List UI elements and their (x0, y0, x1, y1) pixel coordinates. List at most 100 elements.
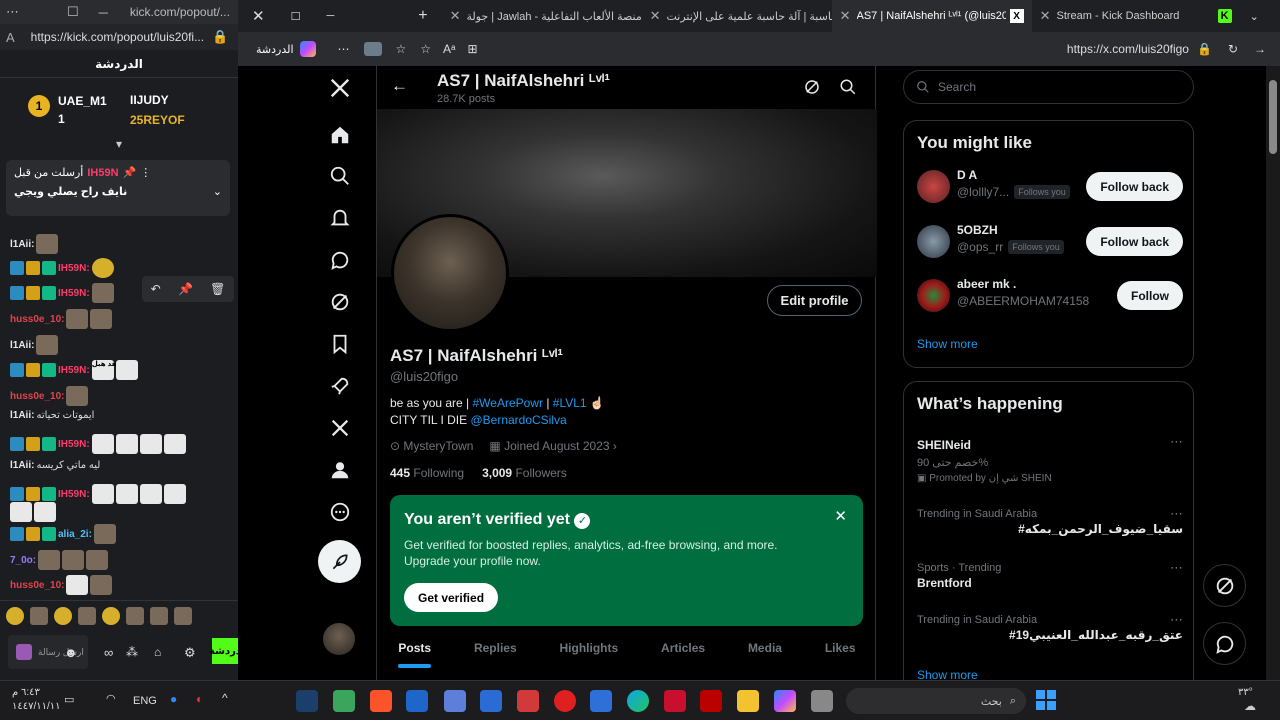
premium-x-icon[interactable] (328, 416, 352, 440)
store-icon[interactable]: ⌂ (154, 645, 161, 659)
start-button[interactable] (1036, 690, 1056, 710)
tab-articles[interactable]: Articles (661, 636, 705, 680)
mail-icon[interactable] (480, 690, 502, 712)
messages-icon[interactable] (328, 248, 352, 272)
scrollbar-thumb[interactable] (1269, 80, 1277, 154)
back-arrow-icon[interactable]: ← (391, 76, 408, 96)
page-url[interactable]: https://x.com/luis20figo (1067, 42, 1189, 56)
search-icon[interactable] (839, 78, 857, 101)
profile-avatar[interactable] (391, 214, 509, 332)
volume-muted-icon[interactable]: ◐ (196, 692, 203, 706)
steam-icon[interactable] (296, 690, 318, 712)
tab-x-profile[interactable]: ✕AS7 | NaifAlshehri ᴸᵛˡ¹ (@luis20figo)X (831, 0, 1032, 32)
following-link[interactable]: 445 Following (390, 466, 464, 480)
weather-temp[interactable]: ٣٣° (1238, 687, 1253, 698)
send-chat-button[interactable]: دردشة (209, 638, 238, 664)
clock-date[interactable]: ١٤٤٧/١١/١١ (12, 701, 61, 712)
suggestion-row[interactable]: D A @lollly7... Follows you Follow back (917, 166, 1183, 210)
minimize-icon[interactable]: ─ (99, 5, 108, 20)
close-icon[interactable]: ✕ (1040, 8, 1051, 24)
get-verified-button[interactable]: Get verified (404, 583, 499, 612)
show-more-link[interactable]: Show more (917, 668, 978, 680)
post-button[interactable] (318, 540, 361, 583)
close-window-icon[interactable]: ✕ (252, 7, 265, 25)
edit-profile-button[interactable]: Edit profile (767, 285, 862, 316)
refresh-icon[interactable]: ↻ (1228, 42, 1238, 56)
more-icon[interactable]: ⋯ (1170, 434, 1183, 450)
chevron-down-icon[interactable]: ⌄ (213, 185, 222, 198)
tab-replies[interactable]: Replies (474, 636, 517, 680)
pin-icon[interactable]: 📌 (178, 282, 193, 296)
profile-icon[interactable] (328, 458, 352, 482)
app-l-icon[interactable] (517, 690, 539, 712)
close-icon[interactable]: ✕ (840, 8, 851, 24)
suggestion-row[interactable]: 5OBZH @ops_rr Follows you Follow back (917, 221, 1183, 265)
battery-icon[interactable]: ▭ (64, 693, 74, 706)
wifi-icon[interactable]: ◠ (106, 692, 116, 705)
avatar[interactable] (917, 279, 950, 312)
taskbar-search[interactable]: بحث ⌕ (846, 688, 1026, 714)
tab-list-icon[interactable]: ⌄ (1250, 10, 1259, 23)
xbox-icon[interactable] (333, 690, 355, 712)
messages-floating-button[interactable] (1203, 622, 1246, 665)
x-logo-icon[interactable] (328, 76, 352, 100)
home-icon[interactable] (328, 123, 352, 147)
reply-icon[interactable]: ↶ (151, 282, 161, 296)
hashtag-link[interactable]: #WeArePowr (473, 396, 543, 410)
tab-posts[interactable]: Posts (398, 636, 431, 680)
more-icon[interactable]: ⋯ (1170, 560, 1183, 576)
tab-calculator[interactable]: ✕آلة حاسبة | آلة حاسبة علمية على الإنترن… (642, 0, 832, 32)
language-indicator[interactable]: ENG (133, 695, 157, 707)
followers-link[interactable]: 3,009 Followers (482, 466, 567, 480)
task-view-icon[interactable] (811, 690, 833, 712)
brave-icon[interactable] (370, 690, 392, 712)
account-avatar[interactable] (323, 623, 355, 655)
more-icon[interactable]: ⋯ (1170, 506, 1183, 522)
copilot-button[interactable]: الدردشة (246, 37, 326, 61)
avatar[interactable] (917, 170, 950, 203)
tab-likes[interactable]: Likes (825, 636, 856, 680)
bookmarks-icon[interactable] (328, 332, 352, 356)
app-red-icon[interactable] (700, 690, 722, 712)
restore-icon[interactable]: ☐ (291, 10, 301, 23)
more-vertical-icon[interactable]: ⋮ (140, 166, 151, 179)
clock-time[interactable]: ٦:٤٣ م (12, 687, 40, 698)
trend-item[interactable]: SHEINeid خصم حتى 90% ▣ Promoted by شي إن… (917, 434, 1183, 484)
grok-floating-button[interactable] (1203, 564, 1246, 607)
more-icon[interactable]: ⋯ (338, 42, 350, 56)
tab-highlights[interactable]: Highlights (560, 636, 619, 680)
chevron-up-icon[interactable]: ^ (222, 691, 228, 705)
infinity-icon[interactable]: ∞ (104, 645, 113, 660)
show-more-link[interactable]: Show more (917, 337, 978, 351)
search-icon[interactable] (328, 164, 352, 188)
close-icon[interactable]: ✕ (650, 8, 661, 24)
outlook-icon[interactable] (406, 690, 428, 712)
hashtag-link[interactable]: #LVL1 (553, 396, 587, 410)
chevron-right-icon[interactable]: › (613, 439, 617, 453)
edge-icon[interactable] (627, 690, 649, 712)
more-icon[interactable]: ⋯ (6, 4, 19, 20)
follow-button[interactable]: Follow (1117, 281, 1183, 310)
store-icon[interactable] (590, 690, 612, 712)
tab-jawlah[interactable]: ✕ جولة | Jawlah - منصة الألعاب التفاعلية (442, 0, 642, 32)
close-icon[interactable]: ✕ (834, 507, 847, 525)
suggestion-row[interactable]: abeer mk . @ABEERMOHAM74158 Follow (917, 275, 1183, 319)
rocket-icon[interactable] (328, 374, 352, 398)
app-icon[interactable] (444, 690, 466, 712)
group-icon[interactable]: ⁂ (126, 645, 138, 659)
more-circle-icon[interactable] (328, 500, 352, 524)
more-icon[interactable]: ⋯ (1170, 612, 1183, 628)
trash-icon[interactable]: 🗑 (210, 282, 225, 296)
page-scrollbar[interactable] (1266, 66, 1280, 680)
close-icon[interactable]: ✕ (450, 8, 461, 24)
read-aloud-icon[interactable]: Aᵃ (443, 42, 455, 56)
star-add-icon[interactable]: ☆ (420, 42, 431, 56)
restore-icon[interactable]: ☐ (67, 4, 79, 20)
reader-icon[interactable]: ⊞ (468, 42, 478, 56)
extension-icon[interactable] (363, 42, 382, 56)
follow-back-button[interactable]: Follow back (1086, 172, 1183, 201)
mention-link[interactable]: @BernardoCSilva (470, 413, 566, 427)
minimize-icon[interactable]: ─ (326, 10, 334, 22)
trend-item[interactable]: Sports · Trending Brentford ⋯ (917, 560, 1183, 590)
copilot-icon[interactable] (774, 690, 796, 712)
